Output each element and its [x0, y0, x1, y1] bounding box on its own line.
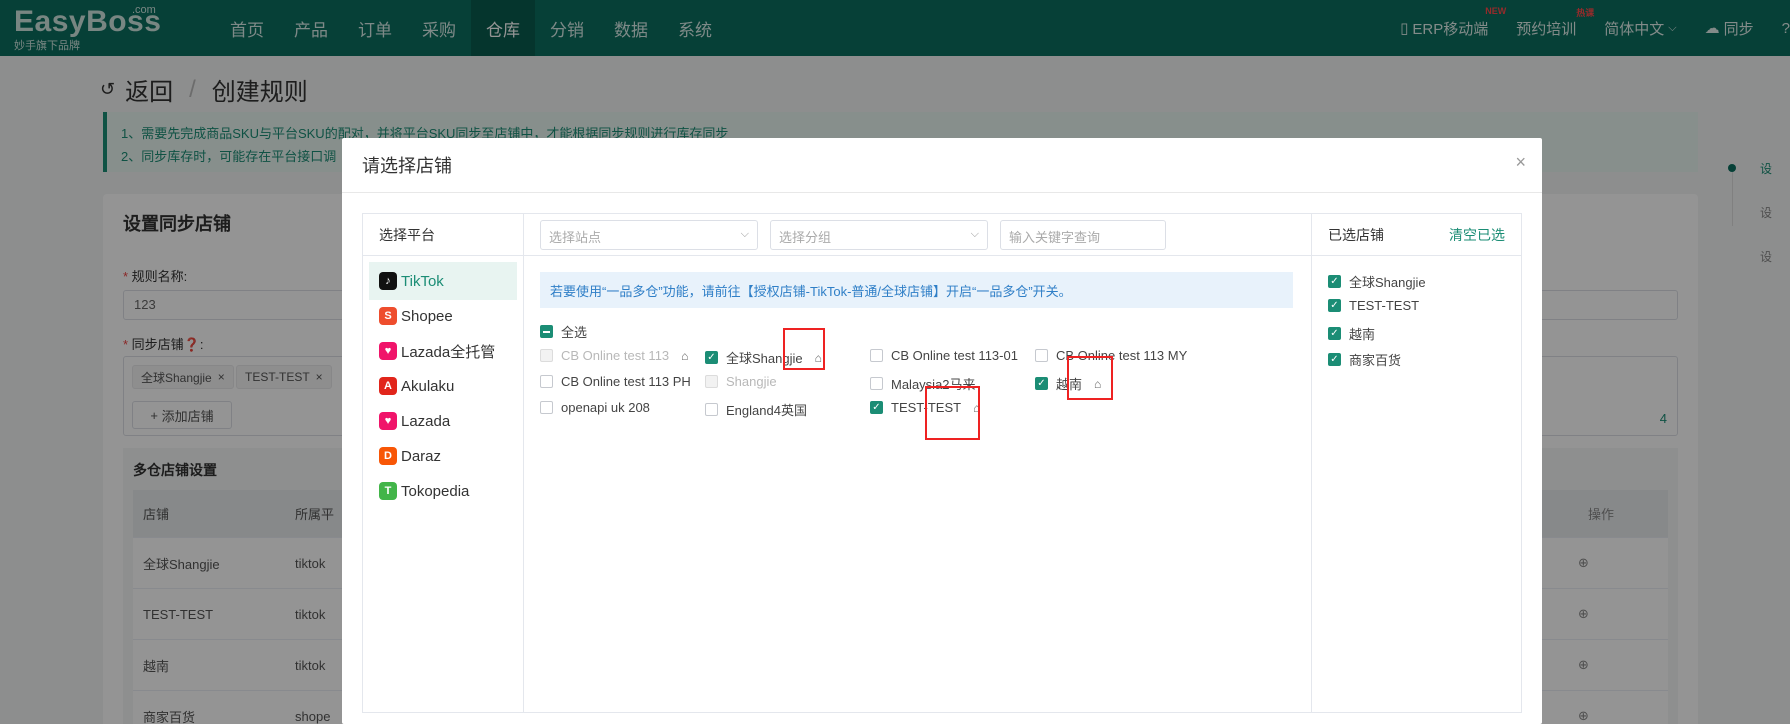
selected-shop[interactable]: ✓ 越南 — [1328, 324, 1375, 343]
highlight-box — [925, 386, 980, 440]
checkbox — [540, 401, 553, 414]
platform-item[interactable]: A Akulaku — [369, 367, 517, 405]
shop-label: CB Online test 113 PH — [561, 374, 691, 389]
select-shop-dialog: 请选择店铺 × 选择平台 ♪ TikTok S Shopee ♥ Lazada全托管 A Ak… — [342, 138, 1542, 724]
checkbox — [705, 375, 718, 388]
checkbox — [870, 377, 883, 390]
shop-label: CB Online test 113 — [561, 348, 670, 363]
platform-item[interactable]: D Daraz — [369, 437, 517, 475]
select-all-checkbox[interactable]: 全选 — [540, 322, 587, 341]
platform-label: TikTok — [401, 272, 444, 290]
shop-label: Shangjie — [726, 374, 777, 389]
checkbox: ✓ — [1328, 275, 1341, 288]
checkbox — [540, 375, 553, 388]
platform-item[interactable]: ♥ Lazada全托管 — [369, 332, 517, 370]
clear-selected-button[interactable]: 清空已选 — [1449, 225, 1505, 245]
platform-label: Lazada全托管 — [401, 343, 496, 361]
selected-shop[interactable]: ✓ 商家百货 — [1328, 350, 1401, 369]
platform-label: Lazada — [401, 412, 451, 430]
tip-banner: 若要使用“一品多仓”功能，请前往【授权店铺-TikTok-普通/全球店铺】开启“… — [540, 272, 1293, 308]
shop-checkbox[interactable]: CB Online test 113-01 — [870, 348, 1018, 363]
shop-checkbox: CB Online test 113 ⌂ — [540, 348, 688, 363]
close-icon[interactable]: × — [1515, 152, 1526, 173]
lazada-icon: ♥ — [379, 342, 397, 360]
platform-label: Akulaku — [401, 377, 455, 395]
dialog-body: 选择平台 ♪ TikTok S Shopee ♥ Lazada全托管 A Akulaku ♥ La… — [362, 213, 1522, 713]
platform-label: Tokopedia — [401, 482, 470, 500]
platform-item[interactable]: T Tokopedia — [369, 472, 517, 510]
shop-column: 选择站点 ⌵ 选择分组 ⌵ 输入关键字查询 若要使用“一品多仓”功能，请前往【授权店… — [524, 214, 1312, 712]
selected-shop-label: 商家百货 — [1349, 353, 1402, 368]
shop-checkbox[interactable]: openapi uk 208 — [540, 400, 650, 415]
highlight-box — [1067, 356, 1113, 400]
selected-header: 已选店铺 清空已选 — [1312, 214, 1521, 256]
filter-bar: 选择站点 ⌵ 选择分组 ⌵ 输入关键字查询 — [524, 214, 1311, 256]
platform-item[interactable]: ♪ TikTok — [369, 262, 517, 300]
select-all-label: 全选 — [561, 325, 588, 340]
shop-label: openapi uk 208 — [561, 400, 650, 415]
keyword-input[interactable]: 输入关键字查询 — [1000, 220, 1166, 250]
warehouse-icon: ⌂ — [681, 348, 689, 363]
checkbox: ✓ — [870, 401, 883, 414]
shop-checkbox[interactable]: CB Online test 113 PH — [540, 374, 691, 389]
checkbox — [1035, 349, 1048, 362]
shopee-icon: S — [379, 307, 397, 325]
checkbox-indeterminate — [540, 325, 553, 338]
checkbox — [705, 403, 718, 416]
checkbox: ✓ — [1035, 377, 1048, 390]
daraz-icon: D — [379, 447, 397, 465]
chevron-down-icon: ⌵ — [740, 228, 749, 240]
checkbox — [870, 349, 883, 362]
platform-column: 选择平台 ♪ TikTok S Shopee ♥ Lazada全托管 A Akulaku ♥ La… — [363, 214, 524, 712]
selected-shop[interactable]: ✓ TEST-TEST — [1328, 298, 1419, 313]
shop-label: England4英国 — [726, 403, 807, 418]
lazada-icon: ♥ — [379, 412, 397, 430]
shop-checkbox: Shangjie — [705, 374, 777, 389]
tiktok-icon: ♪ — [379, 272, 397, 290]
platform-label: Daraz — [401, 447, 442, 465]
dialog-title: 请选择店铺 — [342, 138, 1542, 193]
selected-shop-label: TEST-TEST — [1349, 298, 1420, 313]
selected-shop[interactable]: ✓ 全球Shangjie — [1328, 272, 1426, 291]
platform-header: 选择平台 — [363, 214, 523, 256]
shop-label: CB Online test 113-01 — [891, 348, 1018, 363]
platform-item[interactable]: S Shopee — [369, 297, 517, 335]
checkbox: ✓ — [705, 351, 718, 364]
group-select[interactable]: 选择分组 ⌵ — [770, 220, 988, 250]
highlight-box — [783, 328, 825, 370]
akulaku-icon: A — [379, 377, 397, 395]
tokopedia-icon: T — [379, 482, 397, 500]
selected-title: 已选店铺 — [1328, 226, 1384, 243]
chevron-down-icon: ⌵ — [970, 228, 979, 240]
selected-shop-label: 越南 — [1349, 327, 1376, 342]
checkbox: ✓ — [1328, 327, 1341, 340]
platform-label: Shopee — [401, 307, 453, 325]
checkbox: ✓ — [1328, 353, 1341, 366]
platform-item[interactable]: ♥ Lazada — [369, 402, 517, 440]
checkbox — [540, 349, 553, 362]
checkbox: ✓ — [1328, 299, 1341, 312]
selected-column: 已选店铺 清空已选 ✓ 全球Shangjie ✓ TEST-TEST ✓ 越南 ✓ 商家百货 — [1312, 214, 1521, 712]
shop-checkbox[interactable]: England4英国 — [705, 400, 807, 419]
site-select[interactable]: 选择站点 ⌵ — [540, 220, 758, 250]
selected-shop-label: 全球Shangjie — [1349, 275, 1426, 290]
